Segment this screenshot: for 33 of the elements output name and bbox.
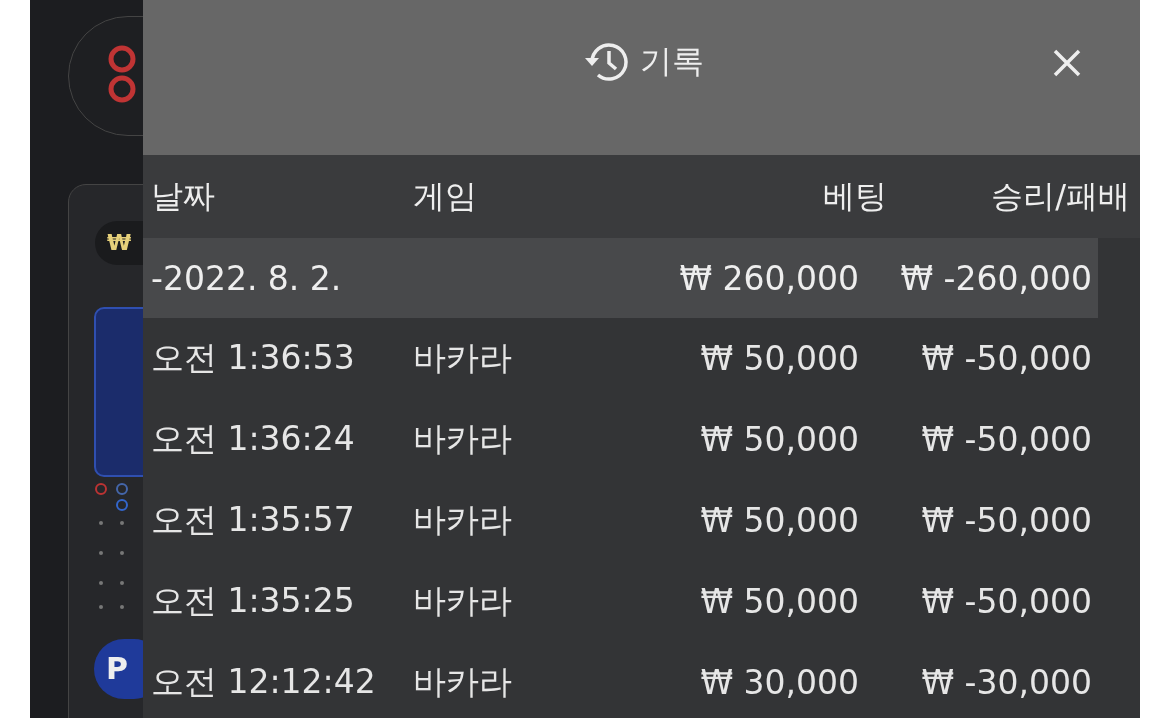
bet-cell-text: ₩ 50,000 <box>699 339 859 378</box>
result-cell-text: ₩ -50,000 <box>920 339 1092 378</box>
date-group-row[interactable]: -2022. 8. 2. ₩ 260,000 ₩ -260,000 <box>143 238 1098 318</box>
currency-pill: ₩ <box>95 221 143 265</box>
game-cell-text: 바카라 <box>412 418 513 460</box>
game-cell-text: 바카라 <box>412 661 513 703</box>
time-cell-text: 오전 1:36:24 <box>150 418 356 460</box>
bet-cell-text: ₩ 50,000 <box>699 582 859 621</box>
bet-total-cell-text: ₩ 260,000 <box>678 258 859 298</box>
time-cell-text: 오전 12:12:42 <box>150 661 377 703</box>
close-button[interactable] <box>1052 48 1082 78</box>
column-header: 베팅 <box>822 175 887 217</box>
time-cell-text: 오전 1:36:53 <box>150 337 356 379</box>
bet-cell-text: ₩ 50,000 <box>699 501 859 540</box>
result-cell-text: ₩ -50,000 <box>920 501 1092 540</box>
game-cell-text: 바카라 <box>412 337 513 379</box>
result-cell-text: ₩ -50,000 <box>920 582 1092 621</box>
bet-cell-text: ₩ 30,000 <box>699 663 859 702</box>
column-header: 승리/패배 <box>990 175 1131 217</box>
game-cell-text: 바카라 <box>412 580 513 622</box>
column-header: 게임 <box>412 175 478 217</box>
result-cell-text: ₩ -50,000 <box>920 420 1092 459</box>
player-badge: P <box>94 639 143 699</box>
result-total-cell-text: ₩ -260,000 <box>899 258 1092 298</box>
game-cell-text: 바카라 <box>412 499 513 541</box>
panel-title: 기록 <box>639 41 704 82</box>
time-cell-text: 오전 1:35:57 <box>150 499 356 541</box>
column-header: 날짜 <box>150 175 216 217</box>
close-icon <box>1052 48 1082 78</box>
time-cell-text: 오전 1:35:25 <box>150 580 356 622</box>
bet-cell-text: ₩ 50,000 <box>699 420 859 459</box>
result-cell-text: ₩ -30,000 <box>920 663 1092 702</box>
date-cell-text: -2022. 8. 2. <box>150 258 343 298</box>
